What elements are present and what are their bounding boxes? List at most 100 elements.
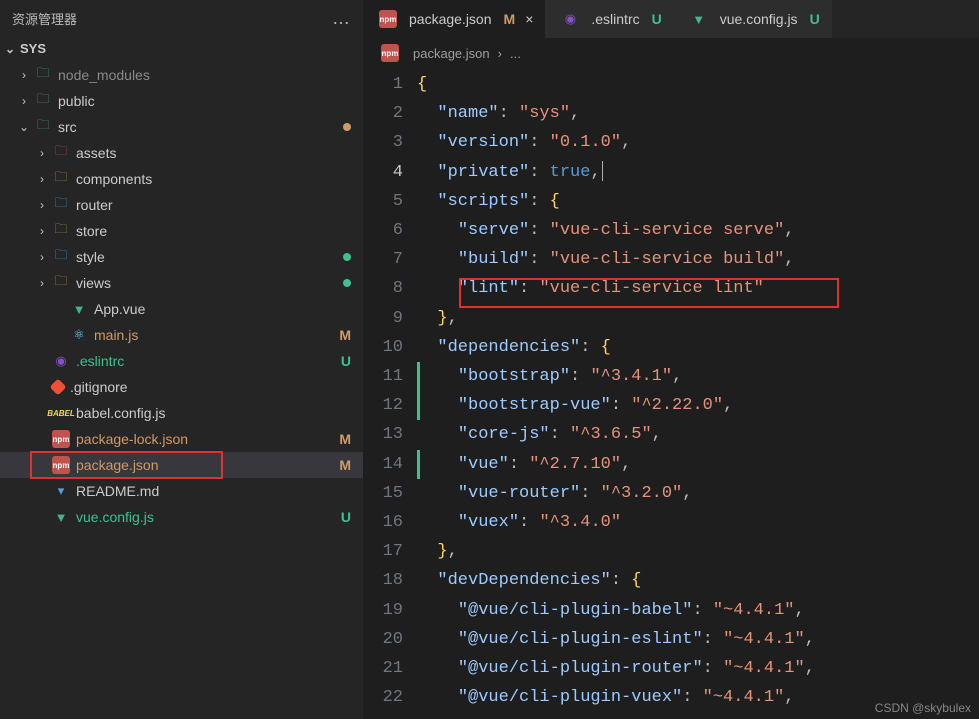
sidebar-header: 资源管理器 …	[0, 0, 363, 35]
breadcrumb-file: package.json	[413, 46, 490, 61]
code-line: "dependencies": {	[417, 333, 979, 362]
line-number: 20	[363, 625, 403, 654]
tree-item-assets[interactable]: ›🗀assets	[0, 140, 363, 166]
git-change-bar	[417, 450, 420, 479]
project-root[interactable]: ⌄ SYS	[0, 35, 363, 60]
tree-item-label: package-lock.json	[76, 431, 333, 447]
code-line: "vue-router": "^3.2.0",	[417, 479, 979, 508]
git-change-bar	[417, 391, 420, 420]
line-number: 21	[363, 654, 403, 683]
line-number: 8	[363, 274, 403, 303]
tree-item-label: src	[58, 119, 343, 135]
tree-item-store[interactable]: › 🗀 store	[0, 218, 363, 244]
git-status-badge: M	[339, 327, 351, 343]
breadcrumb[interactable]: npm package.json › ...	[363, 38, 979, 68]
tree-item-style[interactable]: › 🗀 style	[0, 244, 363, 270]
line-number: 4	[363, 158, 403, 187]
tree-item-public[interactable]: ›🗀public	[0, 88, 363, 114]
project-label: SYS	[20, 41, 46, 56]
code-line: "vue": "^2.7.10",	[417, 450, 979, 479]
line-number: 2	[363, 99, 403, 128]
code-line: "devDependencies": {	[417, 566, 979, 595]
line-number: 18	[363, 566, 403, 595]
file-icon: ⚛	[70, 326, 88, 344]
more-icon[interactable]: …	[332, 8, 351, 29]
tree-item-.gitignore[interactable]: .gitignore	[0, 374, 363, 400]
tab-icon: ▼	[690, 10, 708, 28]
breadcrumb-rest: ...	[510, 46, 521, 61]
file-icon: npm	[52, 456, 70, 474]
tree-item-README.md[interactable]: ▾README.md	[0, 478, 363, 504]
code-line: "@vue/cli-plugin-router": "~4.4.1",	[417, 654, 979, 683]
file-icon: 🗀	[34, 66, 52, 84]
chevron-icon: ›	[18, 68, 30, 82]
git-change-bar	[417, 362, 420, 391]
file-icon: 🗀	[52, 144, 70, 162]
code-line: "@vue/cli-plugin-babel": "~4.4.1",	[417, 596, 979, 625]
code-line: "core-js": "^3.6.5",	[417, 420, 979, 449]
tab-.eslintrc[interactable]: ◉ .eslintrc U	[545, 0, 673, 38]
tree-item-label: store	[76, 223, 351, 239]
sidebar-title: 资源管理器	[12, 9, 77, 28]
chevron-right-icon: ›	[498, 46, 502, 61]
code-line: {	[417, 70, 979, 99]
tab-label: vue.config.js	[720, 11, 798, 27]
tree-item-label: .eslintrc	[76, 353, 335, 369]
tree-item-main.js[interactable]: ⚛main.jsM	[0, 322, 363, 348]
line-number: 11	[363, 362, 403, 391]
git-status-badge: M	[339, 457, 351, 473]
tree-item-router[interactable]: ›🗀router	[0, 192, 363, 218]
code-content[interactable]: { "name": "sys", "version": "0.1.0", "pr…	[417, 70, 979, 719]
line-number: 7	[363, 245, 403, 274]
close-icon[interactable]: ×	[525, 11, 533, 27]
code-line: "version": "0.1.0",	[417, 128, 979, 157]
tree-item-package.json[interactable]: npmpackage.jsonM	[0, 452, 363, 478]
tab-git-badge: M	[504, 11, 516, 27]
tree-item-node_modules[interactable]: › 🗀 node_modules	[0, 62, 363, 88]
tree-item-label: components	[76, 171, 351, 187]
git-status-badge: M	[339, 431, 351, 447]
code-line: "name": "sys",	[417, 99, 979, 128]
file-icon: 🗀	[52, 170, 70, 188]
file-icon: 🗀	[34, 118, 52, 136]
file-icon: 🗀	[52, 248, 70, 266]
file-icon: 🗀	[52, 222, 70, 240]
tree-item-vue.config.js[interactable]: ▼vue.config.jsU	[0, 504, 363, 530]
file-icon: ◉	[52, 352, 70, 370]
line-number: 13	[363, 420, 403, 449]
tab-icon: ◉	[561, 10, 579, 28]
file-icon	[50, 379, 67, 396]
line-number: 19	[363, 596, 403, 625]
tree-item-label: views	[76, 275, 343, 291]
file-icon: 🗀	[52, 196, 70, 214]
code-line: "bootstrap-vue": "^2.22.0",	[417, 391, 979, 420]
tab-git-badge: U	[652, 11, 662, 27]
line-number: 17	[363, 537, 403, 566]
tree-item-src[interactable]: ⌄🗀src	[0, 114, 363, 140]
tree-item-package-lock.json[interactable]: npmpackage-lock.jsonM	[0, 426, 363, 452]
git-status-badge: U	[341, 509, 351, 525]
tree-item-label: router	[76, 197, 351, 213]
explorer-sidebar: 资源管理器 … ⌄ SYS ›🗀node_modules›🗀public⌄🗀sr…	[0, 0, 363, 719]
code-line: "@vue/cli-plugin-eslint": "~4.4.1",	[417, 625, 979, 654]
tree-item-label: public	[58, 93, 351, 109]
tree-item-label: node_modules	[58, 67, 351, 83]
code-area[interactable]: 12345678910111213141516171819202122 { "n…	[363, 68, 979, 719]
editor-tabs: npmpackage.jsonM×◉.eslintrcU▼vue.config.…	[363, 0, 979, 38]
tree-item-components[interactable]: ›🗀components	[0, 166, 363, 192]
tab-label: .eslintrc	[591, 11, 639, 27]
tree-item-App.vue[interactable]: ▼App.vue	[0, 296, 363, 322]
tree-item-views[interactable]: ›🗀views	[0, 270, 363, 296]
npm-icon: npm	[381, 44, 399, 62]
code-line: "lint": "vue-cli-service lint"	[417, 274, 979, 303]
chevron-icon: ›	[36, 224, 48, 238]
line-number: 3	[363, 128, 403, 157]
tree-item-.eslintrc[interactable]: ◉.eslintrcU	[0, 348, 363, 374]
tree-item-babel.config.js[interactable]: BABELbabel.config.js	[0, 400, 363, 426]
tab-package.json[interactable]: npmpackage.jsonM×	[363, 0, 545, 38]
watermark: CSDN @skybulex	[875, 701, 971, 715]
tree-item-label: style	[76, 249, 343, 265]
chevron-icon: ›	[36, 250, 48, 264]
tab-vue.config.js[interactable]: ▼vue.config.jsU	[674, 0, 832, 38]
code-line: "scripts": {	[417, 187, 979, 216]
